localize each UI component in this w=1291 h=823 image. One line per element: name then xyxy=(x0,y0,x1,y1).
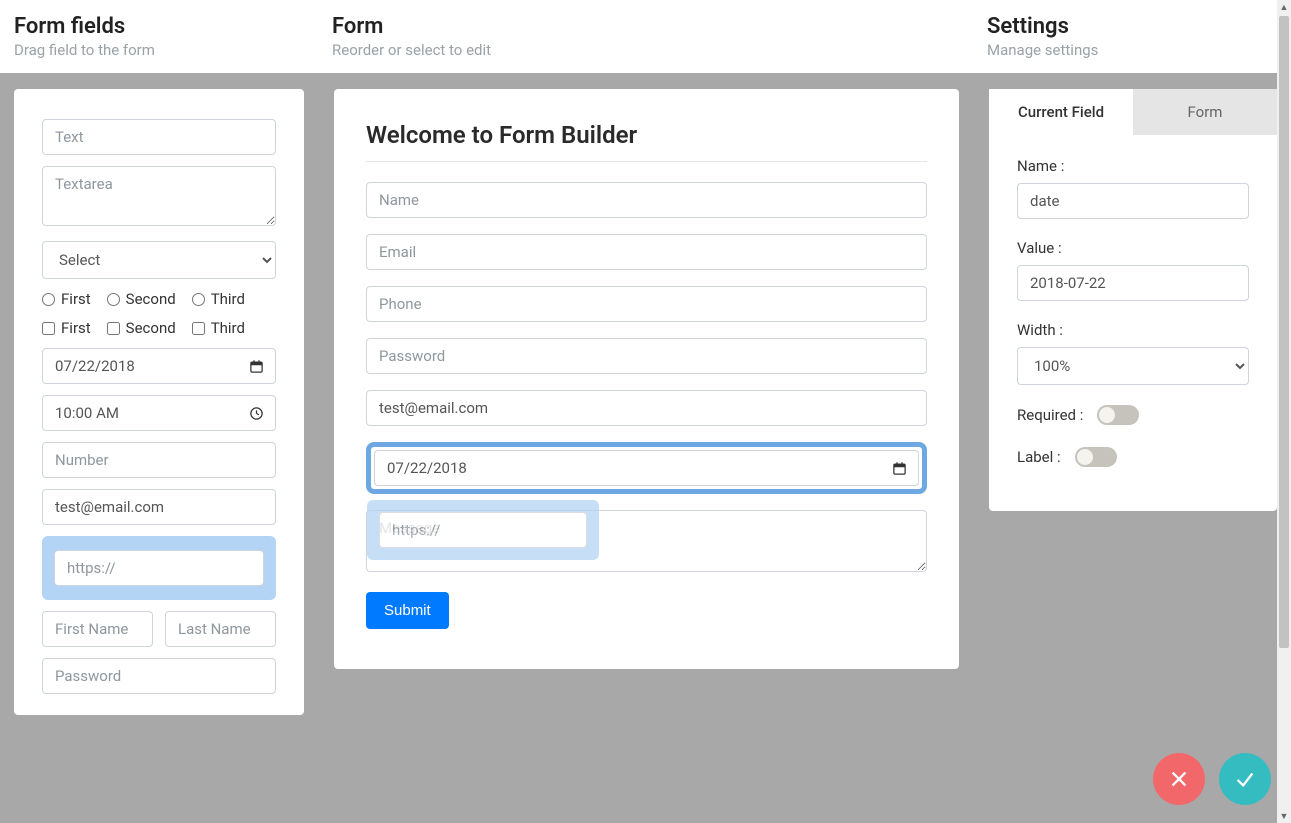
header-settings-sub: Manage settings xyxy=(987,41,1291,59)
form-password-field[interactable] xyxy=(366,338,927,374)
setting-name-input[interactable] xyxy=(1017,183,1249,219)
form-canvas[interactable]: Welcome to Form Builder Sub xyxy=(334,89,959,669)
palette-firstname-field[interactable] xyxy=(42,611,153,647)
workspace: Select First Second Third First Second T… xyxy=(0,73,1291,814)
form-divider xyxy=(366,161,927,162)
setting-label-toggle[interactable] xyxy=(1075,447,1117,467)
check-icon xyxy=(1234,768,1256,790)
palette-checkbox-group[interactable]: First Second Third xyxy=(42,319,276,337)
close-icon xyxy=(1168,768,1190,790)
header-fields-title: Form fields xyxy=(14,14,332,39)
calendar-icon xyxy=(248,358,264,374)
app-header: Form fields Drag field to the form Form … xyxy=(0,0,1291,73)
setting-value-input[interactable] xyxy=(1017,265,1249,301)
scroll-up-arrow[interactable]: ▲ xyxy=(1277,0,1291,14)
calendar-icon xyxy=(891,460,907,476)
setting-width-select[interactable]: 100% xyxy=(1017,347,1249,385)
palette-url-field[interactable] xyxy=(54,550,264,586)
cancel-button[interactable] xyxy=(1153,753,1205,805)
setting-label-label: Label : xyxy=(1017,448,1061,466)
palette-date-field[interactable] xyxy=(42,348,276,384)
palette-time-field[interactable] xyxy=(42,395,276,431)
setting-required-toggle[interactable] xyxy=(1097,405,1139,425)
header-fields-sub: Drag field to the form xyxy=(14,41,332,59)
check-third[interactable]: Third xyxy=(192,319,245,337)
radio-second[interactable]: Second xyxy=(107,290,176,308)
form-email2-field[interactable] xyxy=(366,390,927,426)
vertical-scrollbar[interactable]: ▲ ▼ xyxy=(1277,0,1291,823)
setting-name-label: Name : xyxy=(1017,157,1249,175)
palette-textarea-field[interactable] xyxy=(42,166,276,226)
tab-current-field[interactable]: Current Field xyxy=(989,89,1133,135)
setting-required-label: Required : xyxy=(1017,406,1083,424)
form-email-field[interactable] xyxy=(366,234,927,270)
settings-panel: Current Field Form Name : Value : Width … xyxy=(989,89,1277,511)
check-second[interactable]: Second xyxy=(107,319,176,337)
setting-width-label: Width : xyxy=(1017,321,1249,339)
form-phone-field[interactable] xyxy=(366,286,927,322)
check-first[interactable]: First xyxy=(42,319,91,337)
palette-lastname-field[interactable] xyxy=(165,611,276,647)
settings-tabs: Current Field Form xyxy=(989,89,1277,135)
setting-value-label: Value : xyxy=(1017,239,1249,257)
radio-third[interactable]: Third xyxy=(192,290,245,308)
palette-number-field[interactable] xyxy=(42,442,276,478)
form-date-field[interactable] xyxy=(374,450,919,486)
header-form-title: Form xyxy=(332,14,987,39)
form-title: Welcome to Form Builder xyxy=(366,121,927,149)
palette-radio-group[interactable]: First Second Third xyxy=(42,290,276,308)
clock-icon xyxy=(248,405,264,421)
form-selected-date-field[interactable] xyxy=(366,442,927,494)
palette-password-field[interactable] xyxy=(42,658,276,694)
header-form-sub: Reorder or select to edit xyxy=(332,41,987,59)
radio-first[interactable]: First xyxy=(42,290,91,308)
tab-form[interactable]: Form xyxy=(1133,89,1277,135)
form-name-field[interactable] xyxy=(366,182,927,218)
palette-email-field[interactable] xyxy=(42,489,276,525)
confirm-button[interactable] xyxy=(1219,753,1271,805)
field-palette: Select First Second Third First Second T… xyxy=(14,89,304,715)
submit-button[interactable]: Submit xyxy=(366,592,449,629)
header-settings-title: Settings xyxy=(987,14,1291,39)
scroll-down-arrow[interactable]: ▼ xyxy=(1277,809,1291,823)
form-message-field[interactable] xyxy=(366,510,927,572)
palette-text-field[interactable] xyxy=(42,119,276,155)
palette-url-drag-source[interactable] xyxy=(42,536,276,600)
scroll-thumb[interactable] xyxy=(1279,16,1289,648)
palette-select-field[interactable]: Select xyxy=(42,241,276,279)
